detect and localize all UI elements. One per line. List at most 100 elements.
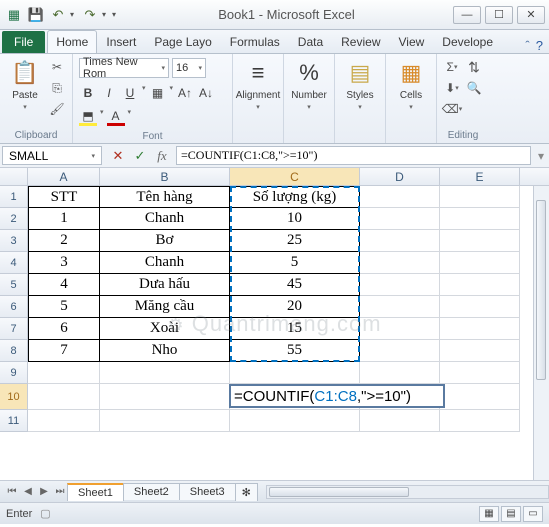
fill-color-button[interactable]: ⬒: [79, 108, 97, 126]
row-header-9[interactable]: 9: [0, 362, 28, 384]
name-box[interactable]: SMALL▾: [2, 146, 102, 165]
tab-developer[interactable]: Develope: [433, 30, 502, 53]
cell-c6[interactable]: 20: [230, 296, 360, 318]
row-header-1[interactable]: 1: [0, 186, 28, 208]
cell-b8[interactable]: Nho: [100, 340, 230, 362]
autosum-icon[interactable]: Σ▾: [443, 58, 461, 76]
cell-b10[interactable]: [100, 384, 230, 410]
cell-e6[interactable]: [440, 296, 520, 318]
cell-b7[interactable]: Xoài: [100, 318, 230, 340]
minimize-ribbon-icon[interactable]: ˆ: [525, 38, 529, 53]
cell-c5[interactable]: 45: [230, 274, 360, 296]
font-size-select[interactable]: 16▾: [172, 58, 206, 78]
cell-b2[interactable]: Chanh: [100, 208, 230, 230]
col-header-d[interactable]: D: [360, 168, 440, 185]
cell-d9[interactable]: [360, 362, 440, 384]
find-select-icon[interactable]: 🔍: [465, 79, 483, 97]
cell-d6[interactable]: [360, 296, 440, 318]
cell-c7[interactable]: 15: [230, 318, 360, 340]
cell-b3[interactable]: Bơ: [100, 230, 230, 252]
cell-d7[interactable]: [360, 318, 440, 340]
page-break-view-icon[interactable]: ▭: [523, 506, 543, 522]
styles-button[interactable]: ▤Styles▾: [341, 58, 379, 111]
fill-dropdown-icon[interactable]: ▾: [100, 108, 104, 126]
maximize-button[interactable]: ☐: [485, 6, 513, 24]
cell-d4[interactable]: [360, 252, 440, 274]
col-header-e[interactable]: E: [440, 168, 520, 185]
sheet-tab-2[interactable]: Sheet2: [123, 483, 180, 500]
cell-a10[interactable]: [28, 384, 100, 410]
font-name-select[interactable]: Times New Rom▾: [79, 58, 169, 78]
horizontal-scrollbar[interactable]: [266, 485, 549, 499]
tab-data[interactable]: Data: [289, 30, 332, 53]
row-header-2[interactable]: 2: [0, 208, 28, 230]
increase-font-icon[interactable]: A↑: [176, 84, 194, 102]
cell-b6[interactable]: Măng cầu: [100, 296, 230, 318]
underline-button[interactable]: U: [121, 84, 139, 102]
tab-home[interactable]: Home: [47, 30, 97, 53]
underline-dropdown-icon[interactable]: ▾: [142, 84, 146, 102]
tab-page-layout[interactable]: Page Layo: [145, 30, 220, 53]
border-button[interactable]: ▦: [149, 84, 167, 102]
normal-view-icon[interactable]: ▦: [479, 506, 499, 522]
paste-button[interactable]: 📋 Paste ▾: [6, 58, 44, 111]
cell-b4[interactable]: Chanh: [100, 252, 230, 274]
cell-a7[interactable]: 6: [28, 318, 100, 340]
cell-c8[interactable]: 55: [230, 340, 360, 362]
cell-d2[interactable]: [360, 208, 440, 230]
sheet-nav-first-icon[interactable]: ⏮: [4, 486, 20, 497]
cell-e10[interactable]: [440, 384, 520, 410]
cell-a11[interactable]: [28, 410, 100, 432]
formula-input[interactable]: =COUNTIF(C1:C8,">=10"): [176, 146, 531, 165]
cell-b11[interactable]: [100, 410, 230, 432]
cell-e2[interactable]: [440, 208, 520, 230]
cell-c11[interactable]: [230, 410, 360, 432]
fx-icon[interactable]: fx: [152, 148, 172, 164]
cell-a8[interactable]: 7: [28, 340, 100, 362]
cancel-formula-icon[interactable]: ✕: [108, 148, 128, 164]
cell-e9[interactable]: [440, 362, 520, 384]
new-sheet-button[interactable]: ✻: [235, 483, 258, 501]
cell-e5[interactable]: [440, 274, 520, 296]
row-header-8[interactable]: 8: [0, 340, 28, 362]
sheet-tab-1[interactable]: Sheet1: [67, 483, 124, 501]
minimize-button[interactable]: —: [453, 6, 481, 24]
undo-icon[interactable]: ↶: [48, 5, 68, 25]
undo-dropdown-icon[interactable]: ▾: [70, 10, 78, 19]
cell-b1[interactable]: Tên hàng: [100, 186, 230, 208]
alignment-button[interactable]: ≡Alignment▾: [239, 58, 277, 111]
row-header-3[interactable]: 3: [0, 230, 28, 252]
qat-customize-icon[interactable]: ▾: [112, 10, 120, 19]
clear-icon[interactable]: ⌫▾: [443, 100, 461, 118]
cell-a4[interactable]: 3: [28, 252, 100, 274]
font-color-button[interactable]: A: [107, 108, 125, 126]
accept-formula-icon[interactable]: ✓: [130, 148, 150, 164]
cell-d5[interactable]: [360, 274, 440, 296]
sheet-nav-last-icon[interactable]: ⏭: [52, 486, 68, 497]
bold-button[interactable]: B: [79, 84, 97, 102]
cell-a9[interactable]: [28, 362, 100, 384]
fontcolor-dropdown-icon[interactable]: ▾: [128, 108, 132, 126]
sheet-nav-prev-icon[interactable]: ◀: [20, 486, 36, 497]
row-header-6[interactable]: 6: [0, 296, 28, 318]
save-icon[interactable]: 💾: [26, 5, 46, 25]
cell-e1[interactable]: [440, 186, 520, 208]
tab-file[interactable]: File: [2, 31, 45, 53]
cell-a6[interactable]: 5: [28, 296, 100, 318]
row-header-11[interactable]: 11: [0, 410, 28, 432]
select-all-corner[interactable]: [0, 168, 28, 185]
cells-button[interactable]: ▦Cells▾: [392, 58, 430, 111]
vertical-scroll-thumb[interactable]: [536, 200, 546, 380]
tab-view[interactable]: View: [390, 30, 434, 53]
horizontal-scroll-thumb[interactable]: [269, 487, 409, 497]
border-dropdown-icon[interactable]: ▾: [170, 84, 174, 102]
redo-icon[interactable]: ↷: [80, 5, 100, 25]
cell-b9[interactable]: [100, 362, 230, 384]
format-painter-icon[interactable]: 🖌: [48, 100, 66, 118]
copy-icon[interactable]: ⎘: [48, 79, 66, 97]
cell-d3[interactable]: [360, 230, 440, 252]
tab-insert[interactable]: Insert: [97, 30, 145, 53]
cell-c2[interactable]: 10: [230, 208, 360, 230]
tab-formulas[interactable]: Formulas: [221, 30, 289, 53]
number-button[interactable]: %Number▾: [290, 58, 328, 111]
